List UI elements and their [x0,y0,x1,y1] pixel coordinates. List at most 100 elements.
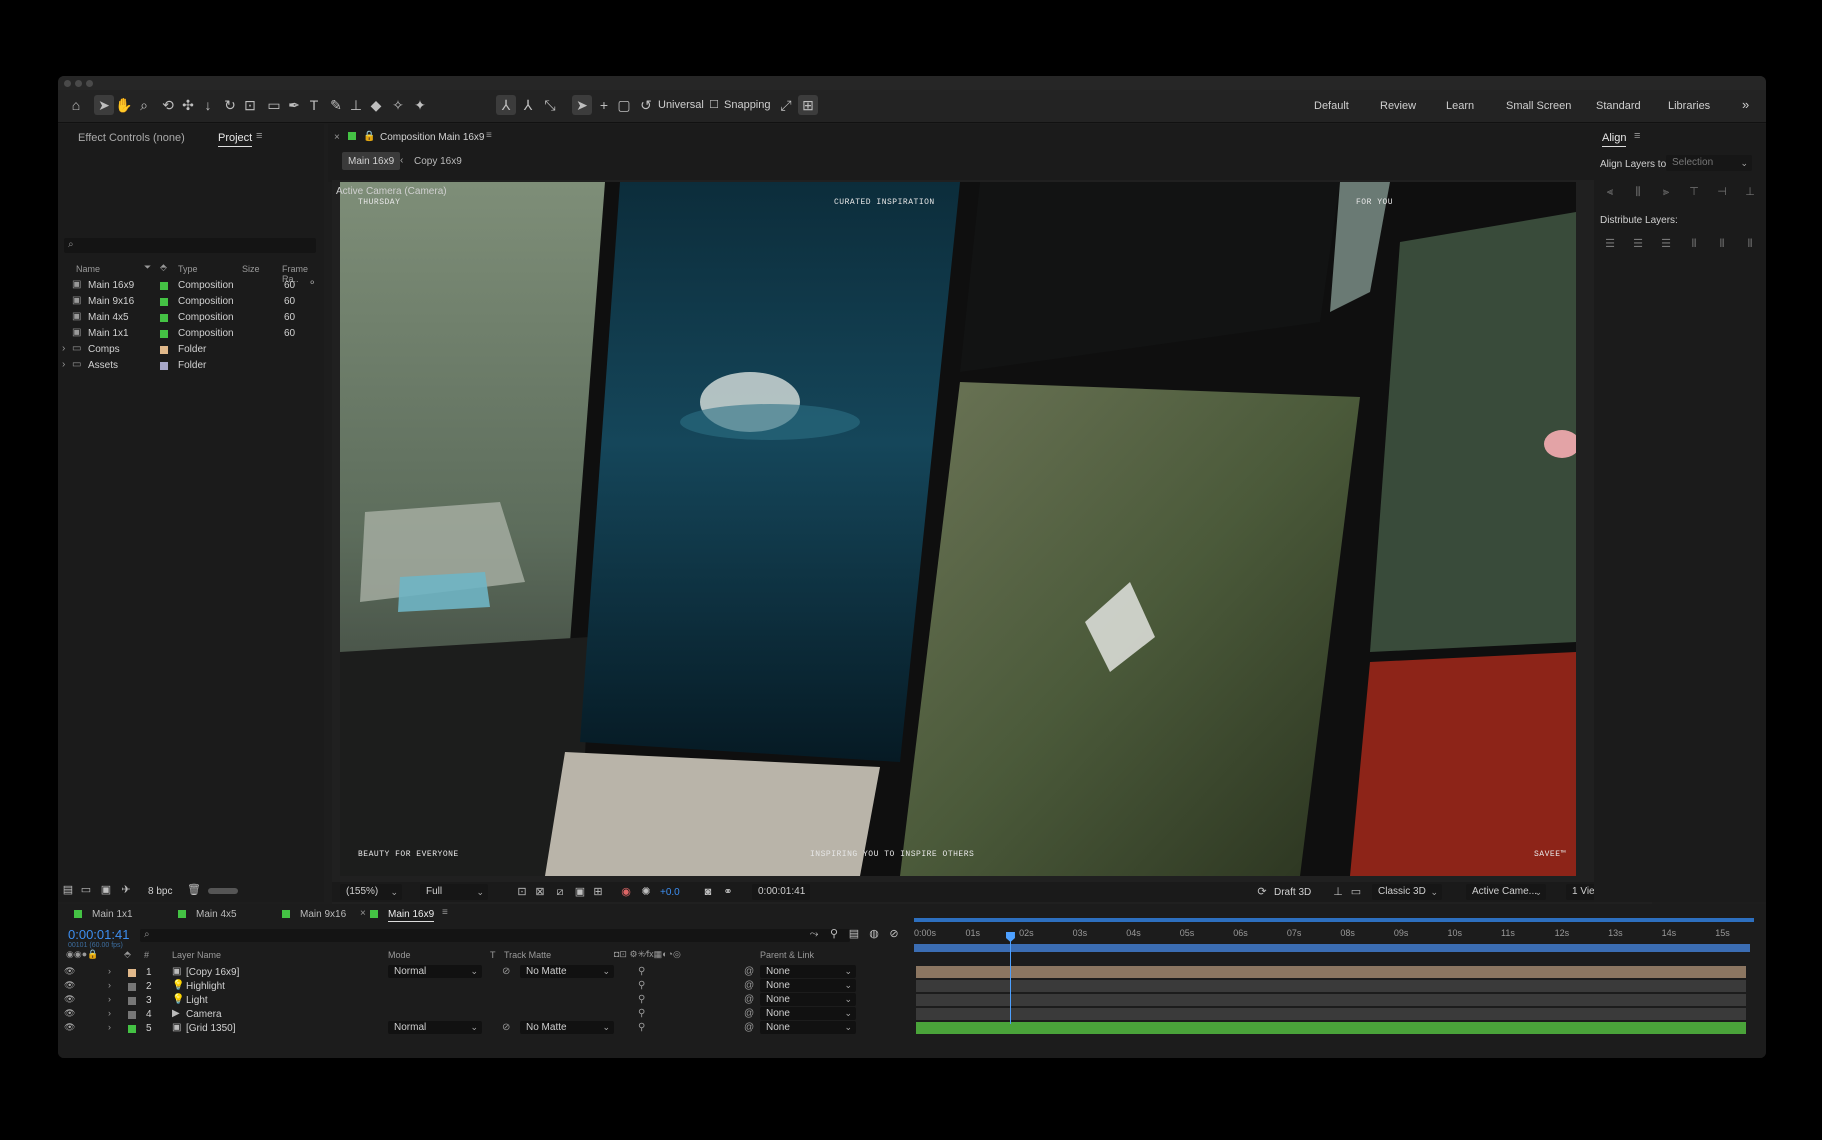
disclosure-chevron-icon[interactable]: › [62,359,65,370]
world-axis-icon[interactable]: ⅄ [518,95,538,115]
comp-mini-flowchart-icon[interactable]: ⤳ [804,924,824,944]
label-color-swatch[interactable] [160,346,168,354]
interpret-footage-icon[interactable]: ▤ [58,880,78,900]
project-folder-row[interactable]: › ▭ Comps Folder [58,342,324,357]
parent-dropdown[interactable]: None ⌄ [760,965,856,978]
distribute-hcenter-icon[interactable]: ⦀ [1712,234,1732,254]
align-tab[interactable]: Align [1602,132,1627,147]
composition-viewer[interactable]: THURSDAY CURATED INSPIRATION FOR YOU BEA… [340,182,1576,876]
composition-duration-bar[interactable] [914,944,1750,952]
sort-chevron-icon[interactable]: ⏷ [144,262,151,273]
close-window-dot[interactable] [64,80,71,87]
playhead[interactable] [1009,932,1011,1024]
guides-icon[interactable]: ▣ [570,882,590,902]
panel-menu-icon[interactable]: ≡ [256,130,262,142]
layer-label-swatch[interactable] [128,983,136,991]
parent-dropdown[interactable]: None ⌄ [760,979,856,992]
exposure-value[interactable]: +0.0 [660,887,680,898]
track-matte-dropdown[interactable]: No Matte ⌄ [520,965,614,978]
col-type[interactable]: Type [178,264,198,274]
layer-label-swatch[interactable] [128,997,136,1005]
shy-switch-icon[interactable]: ⚲ [638,1022,645,1033]
pickwhip-icon[interactable]: @ [744,980,754,991]
shy-switch-icon[interactable]: ⚲ [638,1008,645,1019]
pickwhip-icon[interactable]: @ [744,966,754,977]
visibility-eye-icon[interactable]: 👁 [64,1008,75,1019]
dolly-camera-icon[interactable]: ↓ [198,95,218,115]
distribute-top-icon[interactable]: ☰ [1600,234,1620,254]
project-search-input[interactable]: ⌕ [64,238,316,253]
align-to-dropdown[interactable]: Selection ⌄ [1666,155,1752,171]
grid-options-icon[interactable]: ⊞ [588,882,608,902]
close-tab-icon[interactable]: × [334,132,340,143]
rotate-mode-icon[interactable]: ↺ [636,95,656,115]
visibility-eye-icon[interactable]: 👁 [64,966,75,977]
label-color-swatch[interactable] [160,298,168,306]
twirl-chevron-icon[interactable]: › [108,1008,111,1018]
workspace-small-screen[interactable]: Small Screen [1506,100,1571,112]
timeline-search-input[interactable]: ⌕ [140,929,850,942]
workspace-libraries[interactable]: Libraries [1668,100,1710,112]
move-icon[interactable]: + [594,95,614,115]
align-menu-icon[interactable]: ≡ [1634,130,1640,142]
col-mode[interactable]: Mode [388,950,411,960]
clone-stamp-icon[interactable]: ⊥ [346,95,366,115]
project-item-row[interactable]: ▣ Main 4x5 Composition 60 [58,310,324,325]
disclosure-chevron-icon[interactable]: › [62,343,65,354]
rectangle-tool-icon[interactable]: ▭ [264,95,284,115]
hand-tool-icon[interactable]: ✋ [114,95,134,115]
layer-duration-bar[interactable] [916,1008,1746,1020]
mask-visibility-icon[interactable]: ⧄ [550,882,570,902]
visibility-eye-icon[interactable]: 👁 [64,980,75,991]
render-queue-icon[interactable]: ✈ [116,880,136,900]
draft-3d-label[interactable]: Draft 3D [1274,887,1311,898]
bit-depth-label[interactable]: 8 bpc [148,886,172,897]
workspace-learn[interactable]: Learn [1446,100,1474,112]
align-left-icon[interactable]: ⫷ [1600,182,1620,202]
3d-ground-icon[interactable]: ⊥ [1328,882,1348,902]
resolution-dropdown[interactable]: Full ⌄ [420,884,488,900]
label-color-swatch[interactable] [160,330,168,338]
distribute-vcenter-icon[interactable]: ☰ [1628,234,1648,254]
universal-select-icon[interactable]: ➤ [572,95,592,115]
align-hcenter-icon[interactable]: ⫼ [1628,182,1648,202]
show-snapshot-icon[interactable]: ⚭ [718,882,738,902]
layer-row[interactable]: 👁 › 1 ▣ [Copy 16x9] Normal ⌄ ⊘ No Matte ⌄ … [58,965,958,979]
label-color-swatch[interactable] [160,314,168,322]
workspace-review[interactable]: Review [1380,100,1416,112]
parent-dropdown[interactable]: None ⌄ [760,1021,856,1034]
orbit-camera-icon[interactable]: ⟲ [158,95,178,115]
parent-dropdown[interactable]: None ⌄ [760,1007,856,1020]
parent-dropdown[interactable]: None ⌄ [760,993,856,1006]
twirl-chevron-icon[interactable]: › [108,1022,111,1032]
pan-camera-icon[interactable]: ✣ [178,95,198,115]
label-color-swatch[interactable] [160,282,168,290]
snapping-checkbox-icon[interactable]: ☐ [704,95,724,115]
brush-tool-icon[interactable]: ✎ [326,95,346,115]
snap-grid-icon[interactable]: ⊞ [798,95,818,115]
layer-label-swatch[interactable] [128,1011,136,1019]
anchor-tool-icon[interactable]: ⊡ [240,95,260,115]
local-axis-icon[interactable]: ⅄ [496,95,516,115]
work-area-range[interactable] [914,918,1754,922]
lock-icon[interactable]: 🔒 [363,131,375,142]
zoom-dropdown[interactable]: (155%) ⌄ [340,884,402,900]
distribute-left-icon[interactable]: ⦀ [1684,234,1704,254]
shy-switch-icon[interactable]: ⚲ [638,980,645,991]
col-parent-link[interactable]: Parent & Link [760,950,814,960]
tab-project[interactable]: Project [218,132,253,147]
layer-label-swatch[interactable] [128,969,136,977]
layer-label-swatch[interactable] [128,1025,136,1033]
trash-icon[interactable]: 🗑 [184,880,204,900]
crumb-copy-16x9[interactable]: Copy 16x9 [414,156,462,167]
draft-3d-icon[interactable]: ⟳ [1252,882,1272,902]
shy-layers-icon[interactable]: ⚲ [824,924,844,944]
color-channels-icon[interactable]: ◉ [616,882,636,902]
shy-switch-icon[interactable]: ⚲ [638,994,645,1005]
visibility-eye-icon[interactable]: 👁 [64,1022,75,1033]
col-layer-name[interactable]: Layer Name [172,950,221,960]
snap-options-icon[interactable]: ⤢ [776,95,796,115]
label-tag-icon[interactable]: ⬘ [160,262,167,273]
new-folder-icon[interactable]: ▭ [76,880,96,900]
timeline-timecode[interactable]: 0:00:01:41 [68,927,129,942]
